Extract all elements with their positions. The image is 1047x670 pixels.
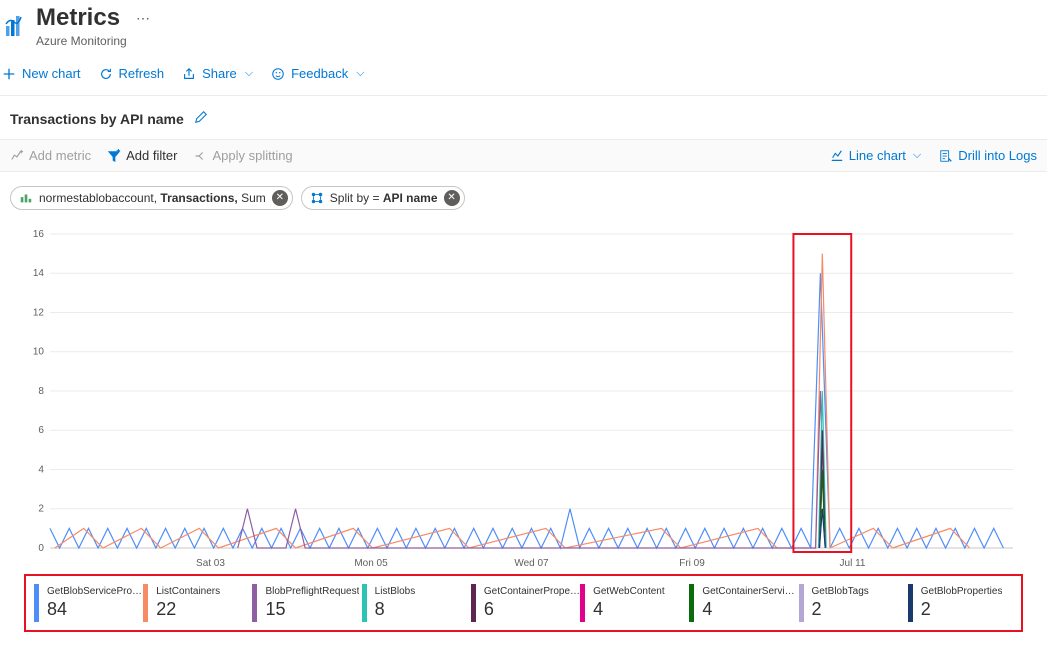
legend-color-bar bbox=[580, 584, 585, 622]
legend-color-bar bbox=[689, 584, 694, 622]
edit-icon[interactable] bbox=[194, 110, 208, 127]
svg-text:6: 6 bbox=[38, 425, 44, 436]
legend-color-bar bbox=[799, 584, 804, 622]
add-metric-button[interactable]: Add metric bbox=[10, 148, 91, 163]
legend-color-bar bbox=[908, 584, 913, 622]
split-pill-icon bbox=[310, 191, 324, 205]
share-button[interactable]: Share ⌵ bbox=[182, 66, 253, 81]
add-filter-button[interactable]: Add filter bbox=[107, 148, 177, 163]
page-subtitle: Azure Monitoring bbox=[36, 34, 150, 48]
legend-series-name: ListBlobs bbox=[375, 586, 416, 597]
svg-text:Mon 05: Mon 05 bbox=[354, 558, 388, 569]
legend-item[interactable]: GetContainerProperties 6 bbox=[471, 584, 580, 622]
new-chart-button[interactable]: New chart bbox=[2, 66, 81, 81]
svg-text:0: 0 bbox=[38, 543, 44, 554]
legend-series-name: GetBlobTags bbox=[812, 586, 869, 597]
line-chart-icon bbox=[830, 149, 844, 163]
chart-type-dropdown[interactable]: Line chart ⌵ bbox=[830, 148, 921, 163]
legend-series-value: 2 bbox=[921, 599, 1003, 620]
close-icon[interactable]: ✕ bbox=[272, 190, 288, 206]
chart-title: Transactions by API name bbox=[10, 111, 184, 127]
page-title: Metrics bbox=[36, 4, 120, 32]
smile-icon bbox=[271, 67, 285, 81]
legend-item[interactable]: ListContainers 22 bbox=[143, 584, 252, 622]
svg-text:Jul 11: Jul 11 bbox=[840, 558, 866, 569]
legend-series-value: 6 bbox=[484, 599, 580, 620]
filter-icon bbox=[107, 149, 121, 163]
legend-series-value: 84 bbox=[47, 599, 143, 620]
legend-series-value: 4 bbox=[702, 599, 798, 620]
share-icon bbox=[182, 67, 196, 81]
split-pill[interactable]: Split by = API name ✕ bbox=[301, 186, 465, 210]
apply-splitting-button[interactable]: Apply splitting bbox=[193, 148, 292, 163]
legend-item[interactable]: GetBlobServiceProper… 84 bbox=[34, 584, 143, 622]
legend-color-bar bbox=[143, 584, 148, 622]
legend-series-value: 4 bbox=[593, 599, 665, 620]
legend-series-value: 22 bbox=[156, 599, 220, 620]
svg-text:16: 16 bbox=[33, 229, 45, 240]
legend-series-name: GetWebContent bbox=[593, 586, 665, 597]
legend-item[interactable]: BlobPreflightRequest 15 bbox=[252, 584, 361, 622]
svg-text:4: 4 bbox=[38, 464, 44, 475]
legend-color-bar bbox=[362, 584, 367, 622]
legend-color-bar bbox=[34, 584, 39, 622]
chevron-down-icon: ⌵ bbox=[245, 67, 253, 80]
legend-series-value: 8 bbox=[375, 599, 416, 620]
svg-text:2: 2 bbox=[38, 504, 44, 515]
svg-text:14: 14 bbox=[33, 268, 45, 279]
legend-series-name: GetContainerProperties bbox=[484, 586, 580, 597]
legend-item[interactable]: GetWebContent 4 bbox=[580, 584, 689, 622]
legend-series-name: GetBlobProperties bbox=[921, 586, 1003, 597]
close-icon[interactable]: ✕ bbox=[444, 190, 460, 206]
svg-text:Sat 03: Sat 03 bbox=[196, 558, 225, 569]
svg-text:Fri 09: Fri 09 bbox=[679, 558, 705, 569]
legend-item[interactable]: ListBlobs 8 bbox=[362, 584, 471, 622]
legend-item[interactable]: GetContainerServiceM… 4 bbox=[689, 584, 798, 622]
split-icon bbox=[193, 149, 207, 163]
svg-text:Wed 07: Wed 07 bbox=[514, 558, 549, 569]
metrics-icon bbox=[4, 14, 28, 38]
legend-item[interactable]: GetBlobProperties 2 bbox=[908, 584, 1017, 622]
legend-color-bar bbox=[471, 584, 476, 622]
chevron-down-icon: ⌵ bbox=[356, 67, 364, 80]
chevron-down-icon: ⌵ bbox=[913, 149, 921, 162]
chart-legend: GetBlobServiceProper… 84 ListContainers … bbox=[24, 574, 1023, 632]
legend-series-name: BlobPreflightRequest bbox=[265, 586, 359, 597]
legend-series-value: 2 bbox=[812, 599, 869, 620]
metric-pill-icon bbox=[19, 191, 33, 205]
legend-item[interactable]: GetBlobTags 2 bbox=[799, 584, 908, 622]
refresh-button[interactable]: Refresh bbox=[99, 66, 165, 81]
svg-text:12: 12 bbox=[33, 307, 45, 318]
legend-series-value: 15 bbox=[265, 599, 359, 620]
more-menu-icon[interactable]: ⋯ bbox=[136, 10, 150, 27]
metric-pill[interactable]: normestablobaccount, Transactions, Sum ✕ bbox=[10, 186, 293, 210]
plus-icon bbox=[2, 67, 16, 81]
legend-color-bar bbox=[252, 584, 257, 622]
drill-logs-button[interactable]: Drill into Logs bbox=[939, 148, 1037, 163]
svg-text:10: 10 bbox=[33, 347, 45, 358]
legend-series-name: GetBlobServiceProper… bbox=[47, 586, 143, 597]
line-chart[interactable]: 0 2 4 6 8 10 12 14 16 Sat 03 Mon 05 Wed 07 Fri 09 Jul… bbox=[24, 224, 1023, 574]
legend-series-name: GetContainerServiceM… bbox=[702, 586, 798, 597]
legend-series-name: ListContainers bbox=[156, 586, 220, 597]
logs-icon bbox=[939, 149, 953, 163]
feedback-button[interactable]: Feedback ⌵ bbox=[271, 66, 364, 81]
svg-text:8: 8 bbox=[38, 386, 44, 397]
add-metric-icon bbox=[10, 149, 24, 163]
refresh-icon bbox=[99, 67, 113, 81]
